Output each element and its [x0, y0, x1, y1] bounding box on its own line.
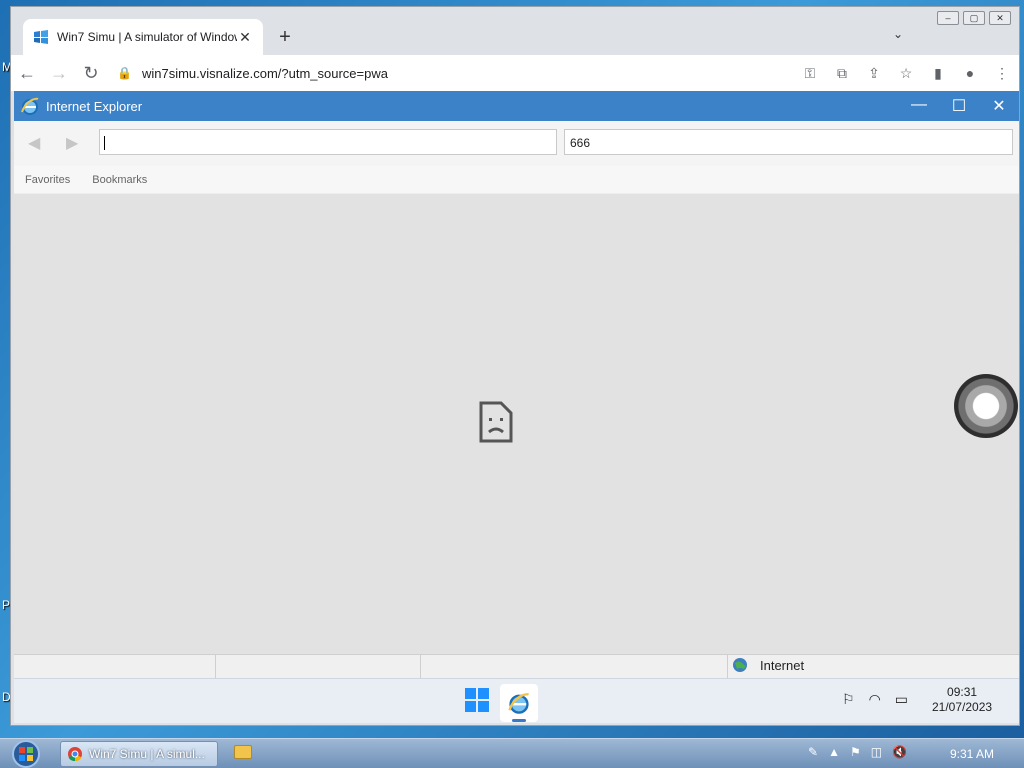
ie-content-area: [14, 194, 1019, 654]
ie-address-input[interactable]: [99, 129, 557, 155]
lock-icon[interactable]: 🔒: [117, 66, 132, 80]
bookmark-star-icon[interactable]: ☆: [895, 65, 917, 82]
chrome-icon: [68, 747, 82, 762]
sad-page-icon: [479, 401, 513, 443]
assistive-touch-button[interactable]: [954, 374, 1018, 438]
status-cell: [421, 655, 728, 679]
open-in-app-icon[interactable]: ⧉: [831, 65, 853, 82]
ie-back-icon[interactable]: ◀: [28, 133, 40, 153]
side-panel-icon[interactable]: ▮: [927, 65, 949, 82]
system-tray: ⚐ ◠ ▭: [842, 691, 908, 708]
chrome-titlebar: Win7 Simu | A simulator of Windows ✕ + ⌄…: [11, 7, 1019, 57]
zone-label: Internet: [760, 657, 805, 673]
wifi-icon[interactable]: ◠: [869, 691, 881, 708]
ie-maximize-button[interactable]: ☐: [939, 96, 979, 116]
network-icon[interactable]: ⚑: [850, 745, 861, 759]
desktop-icon-label: P: [2, 598, 11, 612]
windows-start-icon[interactable]: [464, 687, 490, 713]
browser-tab[interactable]: Win7 Simu | A simulator of Windows ✕: [23, 19, 263, 55]
restore-button[interactable]: ▢: [963, 11, 985, 25]
ie-toolbar: ◀ ▶ 666: [14, 121, 1019, 166]
status-cell: [216, 655, 421, 679]
close-button[interactable]: ✕: [989, 11, 1011, 25]
ie-logo-icon: [21, 97, 39, 115]
ie-favorites-bar: Favorites Bookmarks: [14, 166, 1019, 194]
ie-status-bar: Internet: [14, 654, 1019, 679]
chrome-toolbar: ← → ↻ 🔒 win7simu.visnalize.com/?utm_sour…: [11, 55, 1019, 91]
tab-close-icon[interactable]: ✕: [237, 29, 253, 46]
tab-search-icon[interactable]: ⌄: [893, 27, 903, 41]
action-center-icon[interactable]: ✎: [808, 745, 818, 759]
forward-button[interactable]: →: [43, 57, 75, 89]
ie-search-input[interactable]: 666: [564, 129, 1013, 155]
taskbar-clock[interactable]: 09:31 21/07/2023: [932, 685, 992, 715]
speaker-icon[interactable]: 🔇: [892, 745, 907, 759]
window-controls: – ▢ ✕: [937, 11, 1011, 25]
ie-minimize-button[interactable]: —: [899, 96, 939, 116]
page-content: Internet Explorer — ☐ ✕ ◀ ▶ 666 Favorite…: [14, 91, 1019, 723]
toolbar-icons: ⚿ ⧉ ⇪ ☆ ▮ ● ⋮: [799, 65, 1013, 82]
url-text[interactable]: win7simu.visnalize.com/?utm_source=pwa: [142, 66, 388, 81]
key-icon[interactable]: ⚿: [799, 65, 821, 82]
reload-button[interactable]: ↻: [75, 57, 107, 89]
share-icon[interactable]: ⇪: [863, 65, 885, 82]
ie-title: Internet Explorer: [46, 98, 143, 114]
ie-close-button[interactable]: ✕: [979, 96, 1019, 116]
volume-icon[interactable]: ◫: [871, 745, 882, 759]
tab-title: Win7 Simu | A simulator of Windows: [57, 30, 237, 44]
flag-icon[interactable]: ⚐: [842, 691, 855, 708]
favorites-link[interactable]: Favorites: [25, 174, 70, 186]
battery-icon[interactable]: ▭: [895, 691, 908, 708]
menu-icon[interactable]: ⋮: [991, 65, 1013, 82]
simulated-taskbar: ⚐ ◠ ▭ 09:31 21/07/2023: [14, 678, 1019, 723]
taskbar-chrome-button[interactable]: Win7 Simu | A simul...: [60, 741, 218, 767]
chrome-window: Win7 Simu | A simulator of Windows ✕ + ⌄…: [10, 6, 1020, 726]
new-tab-button[interactable]: +: [273, 25, 297, 49]
back-button[interactable]: ←: [11, 57, 43, 89]
status-cell: [14, 655, 216, 679]
ie-forward-icon[interactable]: ▶: [66, 133, 78, 153]
folder-icon[interactable]: [234, 745, 252, 759]
taskbar-chrome-label: Win7 Simu | A simul...: [89, 747, 205, 761]
globe-icon: [733, 658, 747, 672]
show-hidden-icons[interactable]: ▲: [828, 745, 840, 759]
start-orb-icon[interactable]: [8, 739, 44, 768]
win7-clock[interactable]: 9:31 AM: [950, 747, 994, 761]
status-zone: Internet: [732, 657, 804, 673]
win7-system-tray: ✎ ▲ ⚑ ◫ 🔇: [808, 745, 907, 759]
omnibox[interactable]: 🔒 win7simu.visnalize.com/?utm_source=pwa: [111, 59, 799, 87]
bookmarks-link[interactable]: Bookmarks: [92, 174, 147, 186]
ie-window-controls: — ☐ ✕: [899, 96, 1019, 116]
active-indicator: [512, 719, 526, 722]
taskbar-ie-button[interactable]: [500, 684, 538, 722]
ie-logo-icon: [508, 693, 530, 714]
win7simu-favicon-icon: [34, 30, 48, 44]
windows7-taskbar: Win7 Simu | A simul... ✎ ▲ ⚑ ◫ 🔇 9:31 AM: [0, 738, 1024, 768]
ie-titlebar: Internet Explorer — ☐ ✕: [14, 91, 1019, 121]
minimize-button[interactable]: –: [937, 11, 959, 25]
profile-icon[interactable]: ●: [959, 65, 981, 82]
